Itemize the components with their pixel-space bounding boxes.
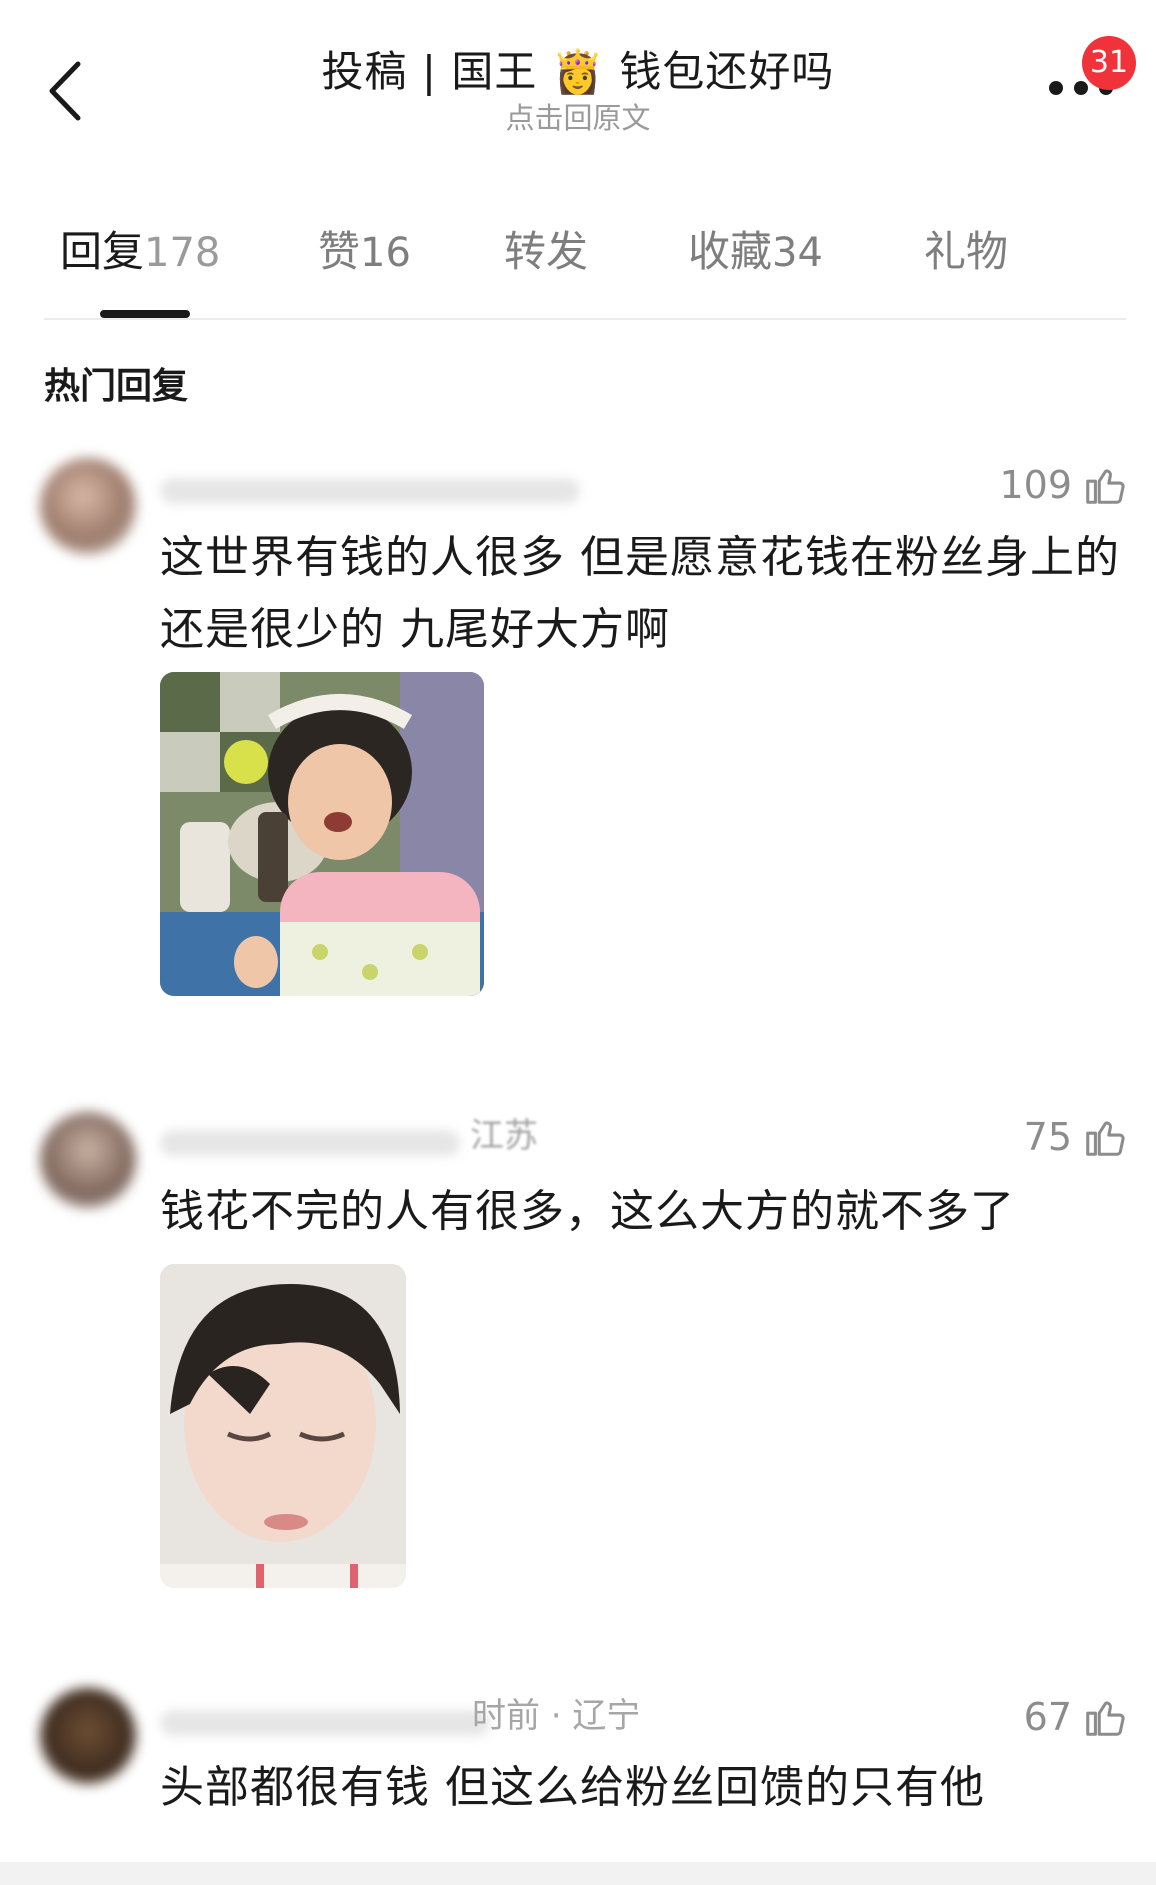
view-original-link[interactable]: 点击回原文 <box>0 100 1156 136</box>
username[interactable] <box>160 1710 490 1736</box>
comment-time-location: 时前 · 辽宁 <box>472 1696 641 1736</box>
username[interactable] <box>160 478 580 504</box>
notification-badge: 31 <box>1082 36 1136 90</box>
like-count: 75 <box>1023 1115 1072 1159</box>
tab-bar: 回复178 赞16 转发 收藏34 礼物 <box>44 222 1124 322</box>
tab-favorites[interactable]: 收藏34 <box>688 222 823 283</box>
thumbs-up-icon <box>1086 469 1125 504</box>
tab-count: 34 <box>772 230 823 276</box>
thumbs-up-icon <box>1086 1701 1125 1736</box>
comment-location: 江苏 <box>470 1116 538 1156</box>
tab-gifts[interactable]: 礼物 <box>924 222 1008 282</box>
tab-label: 回复 <box>60 227 145 276</box>
section-title: 热门回复 <box>44 366 189 407</box>
like-button[interactable]: 75 <box>1024 1112 1128 1162</box>
comment-text: 头部都很有钱 但这么给粉丝回馈的只有他 <box>160 1762 985 1813</box>
username[interactable] <box>160 1130 460 1156</box>
tab-count: 16 <box>360 230 411 276</box>
title-suffix: 钱包还好吗 <box>619 47 835 96</box>
avatar[interactable] <box>40 1112 136 1208</box>
comment-item: 江苏 75 钱花不完的人有很多，这么大方的就不多了 <box>0 1100 1156 1600</box>
tab-reposts[interactable]: 转发 <box>504 222 588 282</box>
bottom-edge <box>0 1862 1156 1885</box>
divider <box>44 318 1126 320</box>
page-title: 投稿 | 国王 👸 钱包还好吗 <box>0 44 1156 100</box>
tab-label: 礼物 <box>924 227 1009 276</box>
crown-emoji-icon: 👸 <box>551 47 606 96</box>
tab-label: 收藏 <box>688 227 773 276</box>
like-button[interactable]: 67 <box>1024 1692 1128 1742</box>
comment-text: 钱花不完的人有很多，这么大方的就不多了 <box>160 1186 1015 1237</box>
comment-item: 109 这世界有钱的人很多 但是愿意花钱在粉丝身上的还是很少的 九尾好大方啊 <box>0 448 1156 1018</box>
avatar[interactable] <box>40 1688 136 1784</box>
comment-item: 时前 · 辽宁 67 头部都很有钱 但这么给粉丝回馈的只有他 <box>0 1680 1156 1860</box>
tab-count: 178 <box>144 230 221 276</box>
tab-replies[interactable]: 回复178 <box>60 222 220 283</box>
thumbs-up-icon <box>1086 1121 1125 1156</box>
active-tab-indicator <box>100 310 190 318</box>
comment-text: 这世界有钱的人很多 但是愿意花钱在粉丝身上的还是很少的 九尾好大方啊 <box>160 532 1120 655</box>
top-bar: 投稿 | 国王 👸 钱包还好吗 点击回原文 31 <box>0 0 1156 160</box>
tab-label: 转发 <box>504 227 589 276</box>
like-count: 109 <box>999 463 1072 507</box>
avatar[interactable] <box>40 458 136 554</box>
title-prefix: 投稿 | 国王 <box>321 47 538 96</box>
boy-eyes-closed-photo[interactable] <box>160 1264 406 1588</box>
girl-eating-skewer-photo[interactable] <box>160 672 484 996</box>
like-button[interactable]: 109 <box>999 460 1128 510</box>
tab-label: 赞 <box>318 227 361 276</box>
tab-likes[interactable]: 赞16 <box>318 222 411 283</box>
like-count: 67 <box>1023 1695 1072 1739</box>
